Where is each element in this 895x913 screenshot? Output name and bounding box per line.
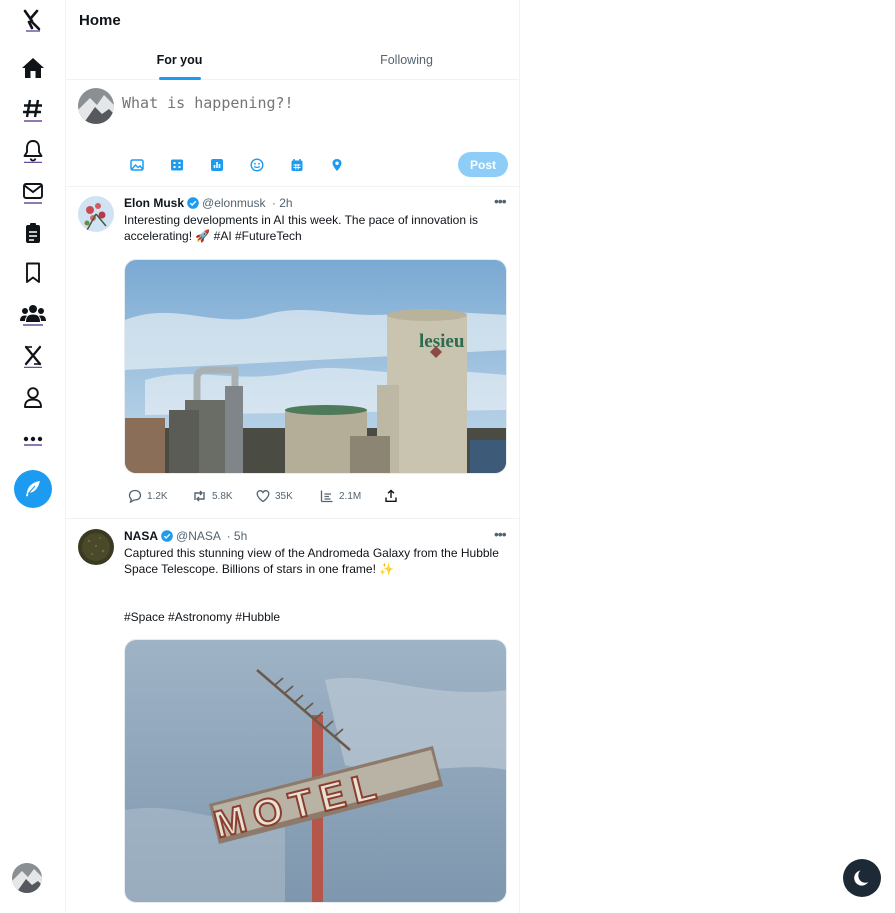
home-icon[interactable]: [17, 52, 49, 84]
poll-icon[interactable]: [208, 156, 226, 174]
gif-icon[interactable]: [168, 156, 186, 174]
compose-input[interactable]: [122, 94, 502, 112]
author-handle[interactable]: @NASA: [176, 529, 220, 543]
tweet-timestamp[interactable]: · 2h: [272, 196, 293, 210]
tweet[interactable]: NASA @NASA · 5h ••• Captured this stunnin…: [66, 519, 520, 913]
tab-following[interactable]: Following: [293, 40, 520, 80]
more-options-icon[interactable]: •••: [494, 193, 507, 209]
tweet-text: Interesting developments in AI this week…: [124, 213, 478, 243]
main-timeline: Home For you Following What is happening…: [66, 0, 520, 913]
moon-icon: [854, 870, 869, 886]
repost-button[interactable]: 5.8K: [192, 489, 233, 503]
post-composer: Post: [66, 80, 520, 187]
tweet[interactable]: Elon Musk @elonmusk · 2h ••• Interesting …: [66, 187, 520, 519]
messages-icon[interactable]: [17, 176, 49, 208]
author-name[interactable]: Elon Musk: [124, 196, 184, 210]
author-name[interactable]: NASA: [124, 529, 158, 543]
author-handle[interactable]: @elonmusk: [202, 196, 266, 210]
repost-icon: [194, 490, 205, 502]
tweet-image[interactable]: MOTEL: [124, 639, 507, 903]
tweet-header: Elon Musk @elonmusk · 2h: [124, 196, 293, 212]
views-icon: [320, 490, 333, 503]
tweet-timestamp[interactable]: · 5h: [227, 529, 248, 543]
lists-icon[interactable]: [17, 217, 49, 249]
media-sign-text: lesieu: [419, 331, 465, 352]
explore-icon[interactable]: [17, 94, 49, 126]
more-icon[interactable]: [17, 423, 49, 455]
more-options-icon[interactable]: •••: [494, 526, 507, 542]
views-count: 2.1M: [339, 490, 362, 502]
share-icon: [385, 489, 397, 502]
tweet-image[interactable]: lesieu: [124, 259, 507, 474]
page-title: Home: [79, 12, 121, 29]
x-logo-icon[interactable]: [17, 4, 49, 36]
verified-badge-icon: [161, 530, 173, 545]
avatar: [78, 88, 114, 124]
app-root: Home For you Following What is happening…: [0, 0, 895, 913]
share-button[interactable]: [384, 489, 398, 503]
timeline-tabs: For you Following: [66, 40, 520, 80]
bookmarks-icon[interactable]: [17, 257, 49, 289]
premium-icon[interactable]: [17, 340, 49, 372]
heart-icon: [256, 490, 270, 503]
reply-count: 1.2K: [147, 490, 168, 502]
emoji-icon[interactable]: [248, 156, 266, 174]
tab-for-you[interactable]: For you: [66, 40, 293, 80]
communities-icon[interactable]: [17, 298, 49, 330]
tweet-text: Captured this stunning view of the Andro…: [124, 546, 499, 576]
feather-icon: [26, 481, 40, 497]
reply-icon: [128, 489, 142, 503]
compose-post-button[interactable]: [14, 470, 52, 508]
theme-toggle-button[interactable]: [843, 859, 881, 897]
verified-badge-icon: [187, 197, 199, 212]
tab-label: For you: [156, 53, 203, 67]
like-button[interactable]: 35K: [256, 489, 293, 503]
avatar[interactable]: [78, 196, 114, 232]
post-button[interactable]: Post: [458, 152, 508, 177]
tweet-header: NASA @NASA · 5h: [124, 529, 247, 545]
sidebar: [0, 0, 66, 913]
schedule-icon[interactable]: [288, 156, 306, 174]
tab-label: Following: [380, 53, 433, 67]
repost-count: 5.8K: [212, 490, 233, 502]
reply-button[interactable]: 1.2K: [128, 489, 168, 503]
profile-icon[interactable]: [17, 381, 49, 413]
notifications-icon[interactable]: [17, 135, 49, 167]
tweet-hashtags: #Space #Astronomy #Hubble: [124, 610, 281, 624]
account-avatar[interactable]: [12, 863, 42, 893]
location-icon[interactable]: [328, 156, 346, 174]
views-button[interactable]: 2.1M: [320, 489, 361, 503]
avatar[interactable]: [78, 529, 114, 565]
image-icon[interactable]: [128, 156, 146, 174]
like-count: 35K: [275, 490, 293, 502]
